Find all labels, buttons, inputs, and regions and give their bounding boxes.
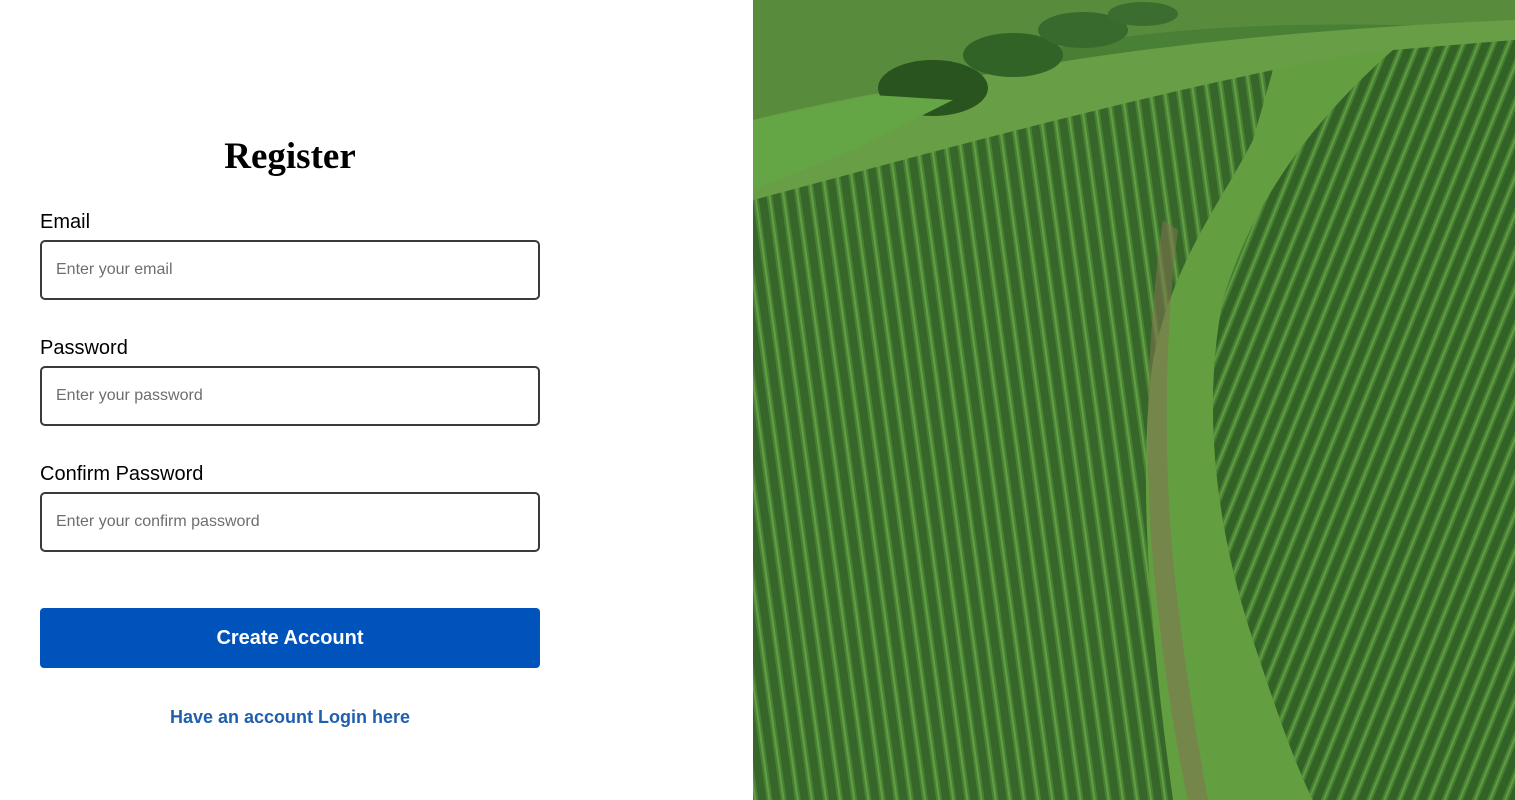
register-form: Register Email Password Confirm Password…: [40, 132, 540, 728]
email-field[interactable]: [40, 240, 540, 300]
hero-image-panel: [753, 0, 1515, 800]
confirm-password-label: Confirm Password: [40, 463, 204, 485]
confirm-password-field[interactable]: [40, 492, 540, 552]
login-link[interactable]: Have an account Login here: [40, 706, 540, 728]
create-account-button[interactable]: Create Account: [40, 608, 540, 668]
password-label: Password: [40, 337, 128, 359]
email-label: Email: [40, 211, 91, 233]
register-page: Register Email Password Confirm Password…: [0, 0, 1515, 800]
page-title: Register: [224, 136, 356, 177]
form-panel: Register Email Password Confirm Password…: [0, 0, 753, 800]
corn-field-image: [753, 0, 1515, 800]
password-field[interactable]: [40, 366, 540, 426]
